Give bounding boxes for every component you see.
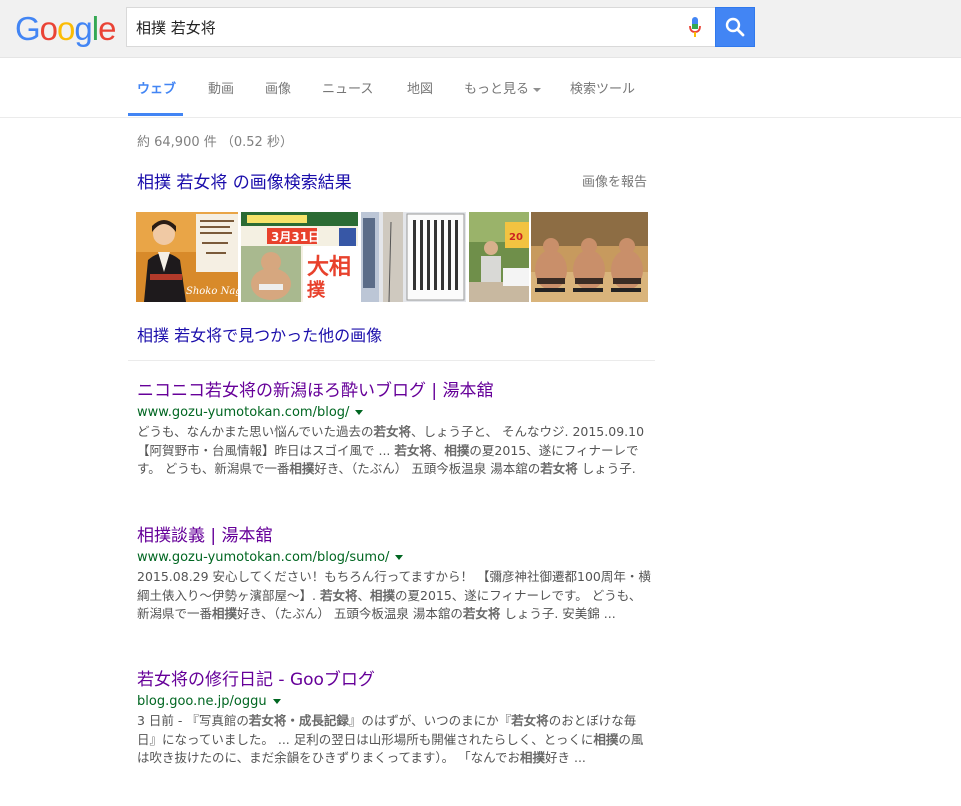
logo-letter: e [98, 10, 116, 47]
search-box [126, 7, 716, 47]
snippet-highlight: 相撲 [519, 750, 545, 765]
search-icon [725, 17, 745, 37]
svg-text:撲: 撲 [307, 279, 326, 301]
snippet-highlight: 相撲 [369, 587, 395, 603]
snippet-text: どうも、なんかまた思い悩んでいた過去の [137, 424, 374, 439]
tab-images[interactable]: 画像 [265, 78, 291, 97]
snippet-highlight: 若女将 [373, 424, 412, 439]
logo-letter: G [15, 10, 41, 47]
dropdown-arrow-icon[interactable] [395, 555, 404, 560]
logo-letter: o [57, 10, 75, 47]
more-images-link[interactable]: 相撲 若女将で見つかった他の画像 [137, 322, 382, 346]
tab-web[interactable]: ウェブ [137, 78, 176, 97]
tab-maps[interactable]: 地図 [407, 78, 433, 97]
snippet-text: 3 日前 - 『写真館の [137, 713, 249, 728]
svg-text:20: 20 [509, 232, 523, 243]
snippet-text: 好き、（たぶん） 五頭今板温泉 湯本舘の [314, 461, 541, 476]
snippet-highlight: 相撲 [444, 442, 470, 458]
snippet-highlight: 若女将・成長記録 [248, 713, 349, 728]
top-bar: Google [0, 0, 961, 58]
snippet-highlight: 相撲 [593, 731, 619, 747]
snippet-text: 』のはずが、いつのまにか『 [348, 713, 512, 728]
snippet-highlight: 若女将 [319, 587, 358, 603]
result-title[interactable]: 相撲談義 | 湯本舘 [137, 525, 652, 547]
image-thumbnail[interactable]: Shoko Nagano [136, 212, 238, 302]
tab-search-tools[interactable]: 検索ツール [570, 78, 635, 97]
tab-videos[interactable]: 動画 [208, 78, 234, 97]
snippet-text: しょう子. [577, 461, 636, 476]
tab-news[interactable]: ニュース [322, 78, 373, 97]
result-url-row: www.gozu-yumotokan.com/blog/ [137, 404, 652, 422]
divider [128, 360, 655, 361]
result-title[interactable]: 若女将の修行日記 - Gooブログ [137, 669, 652, 691]
logo-letter: g [74, 10, 92, 47]
snippet-highlight: 若女将 [462, 606, 501, 621]
microphone-icon[interactable] [688, 17, 702, 39]
tab-more[interactable]: もっと見る [464, 78, 542, 97]
result-url: www.gozu-yumotokan.com/blog/sumo/ [137, 550, 390, 565]
image-thumbnails: Shoko Nagano 3月31日 大相 撲 [136, 212, 648, 302]
search-input[interactable] [136, 8, 676, 46]
svg-text:3月31日: 3月31日 [271, 230, 320, 244]
result-url-row: blog.goo.ne.jp/oggu [137, 693, 652, 711]
image-results-heading[interactable]: 相撲 若女将 の画像検索結果 [137, 168, 352, 193]
image-thumbnail[interactable] [531, 212, 648, 302]
snippet-text: しょう子. 安美錦 ... [500, 606, 616, 621]
snippet-highlight: 相撲 [289, 461, 315, 476]
snippet-text: 、 [431, 442, 445, 458]
result-snippet: 3 日前 - 『写真館の若女将・成長記録』のはずが、いつのまにか『若女将のおとぼ… [137, 712, 652, 768]
search-result: 若女将の修行日記 - Gooブログ blog.goo.ne.jp/oggu 3 … [137, 669, 652, 768]
dropdown-arrow-icon[interactable] [272, 699, 281, 704]
report-images-link[interactable]: 画像を報告 [582, 171, 647, 190]
snippet-highlight: 相撲 [212, 606, 238, 621]
logo-letter: o [39, 10, 58, 47]
search-button[interactable] [715, 7, 755, 47]
search-tabs: ウェブ 動画 画像 ニュース 地図 もっと見る 検索ツール [0, 58, 961, 118]
result-title[interactable]: ニコニコ若女将の新潟ほろ酔いブログ | 湯本舘 [137, 380, 652, 402]
google-logo[interactable]: Google [15, 10, 116, 47]
snippet-highlight: 若女将 [394, 442, 432, 458]
image-thumbnail[interactable]: 3月31日 大相 撲 [241, 212, 358, 302]
active-tab-indicator [128, 113, 183, 116]
result-snippet: 2015.08.29 安心してください！もちろん行ってますから！ 【彌彦神社御遷… [137, 568, 652, 624]
caret-down-icon [533, 87, 542, 92]
snippet-text: 、 [357, 587, 370, 603]
image-thumbnail[interactable] [361, 212, 466, 302]
image-thumbnail[interactable]: 20 [469, 212, 529, 302]
result-url: www.gozu-yumotokan.com/blog/ [137, 405, 350, 420]
snippet-text: 好き ... [545, 750, 586, 765]
result-url-row: www.gozu-yumotokan.com/blog/sumo/ [137, 549, 652, 567]
tab-more-label: もっと見る [464, 82, 530, 97]
search-result: ニコニコ若女将の新潟ほろ酔いブログ | 湯本舘 www.gozu-yumotok… [137, 380, 652, 479]
result-stats: 約 64,900 件 （0.52 秒） [137, 135, 293, 150]
result-snippet: どうも、なんかまた思い悩んでいた過去の若女将、しょう子と、 そんなウジ. 201… [137, 423, 652, 479]
search-result: 相撲談義 | 湯本舘 www.gozu-yumotokan.com/blog/s… [137, 525, 652, 624]
dropdown-arrow-icon[interactable] [355, 410, 364, 415]
svg-text:大相: 大相 [307, 255, 351, 280]
snippet-highlight: 若女将 [540, 461, 578, 476]
snippet-text: 好き、（たぶん） 五頭今板温泉 湯本舘の [237, 606, 463, 621]
result-url: blog.goo.ne.jp/oggu [137, 694, 267, 709]
svg-text:Shoko Nagano: Shoko Nagano [186, 286, 238, 297]
snippet-highlight: 若女将 [511, 713, 549, 728]
